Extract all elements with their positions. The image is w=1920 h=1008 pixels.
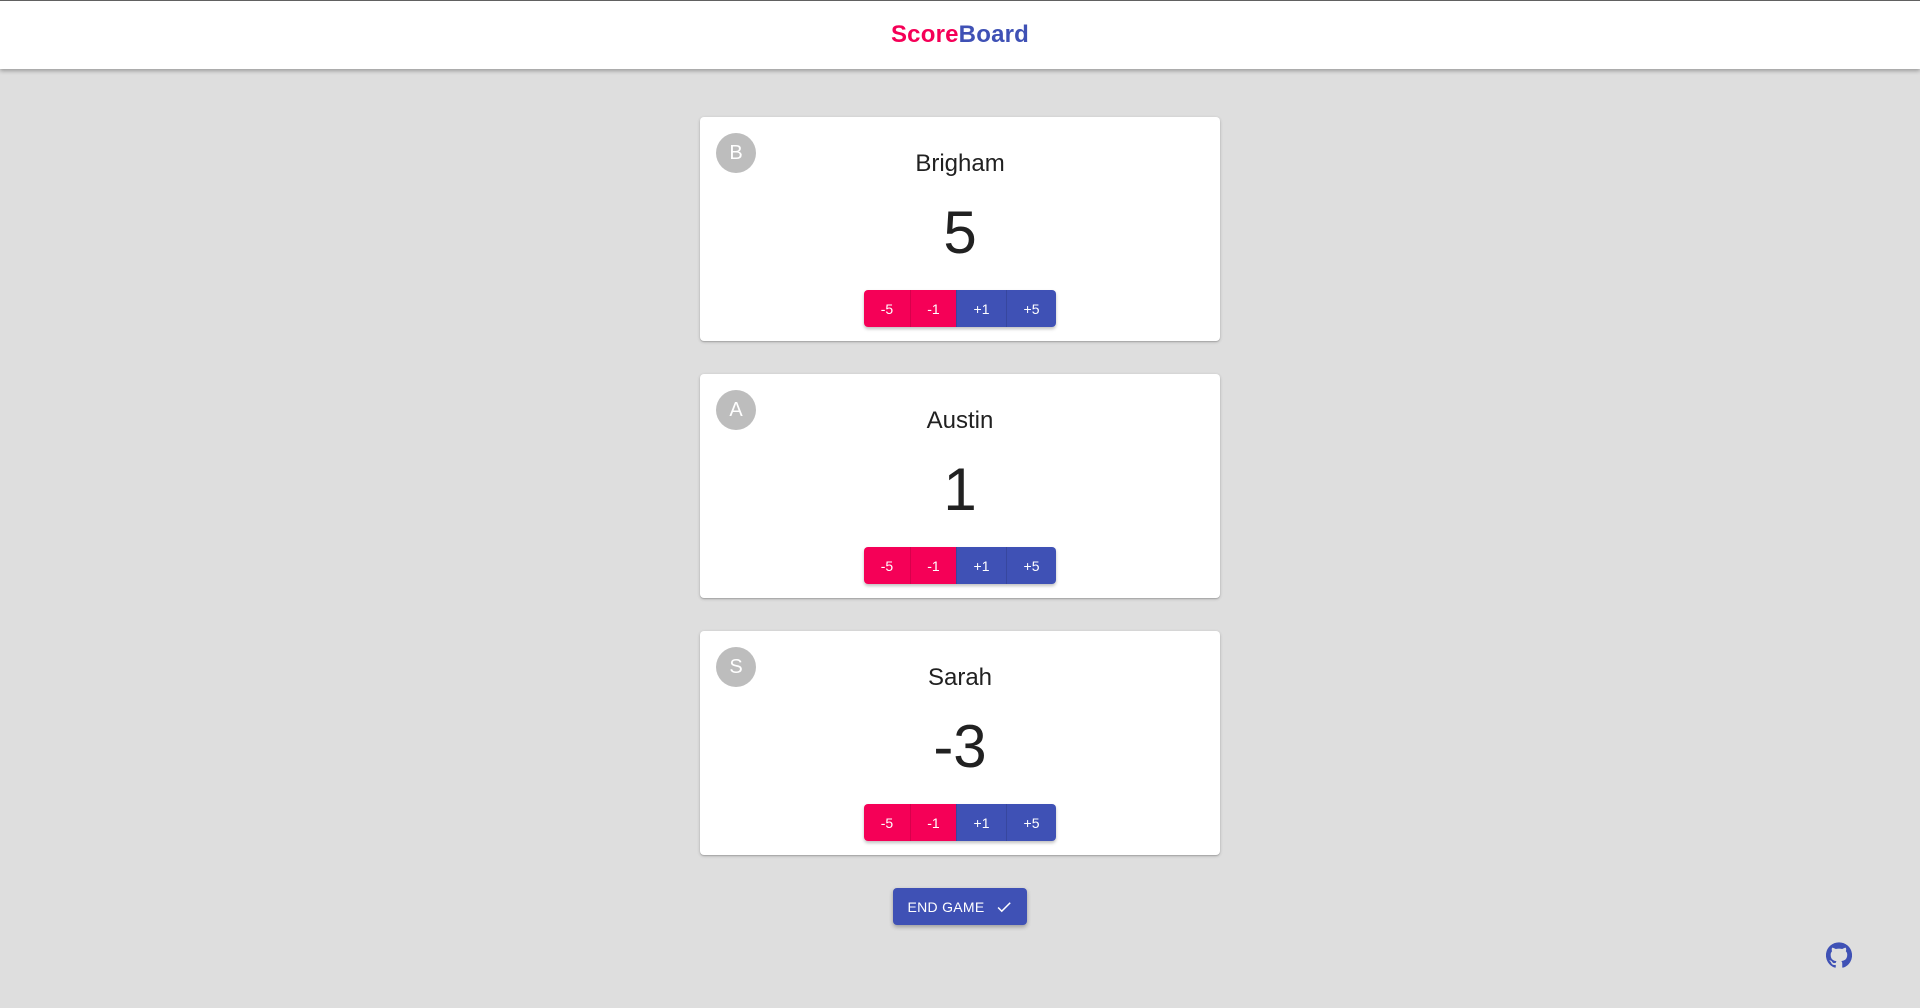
end-game-button[interactable]: END GAME (893, 888, 1027, 925)
app-title: ScoreBoard (891, 21, 1029, 49)
score-button-group: -5 -1 +1 +5 (864, 547, 1056, 584)
player-score: -3 (933, 713, 987, 780)
player-score: 1 (943, 456, 977, 523)
player-card: A Austin 1 -5 -1 +1 +5 (700, 374, 1220, 598)
plus-1-button[interactable]: +1 (956, 804, 1006, 841)
end-game-label: END GAME (907, 898, 985, 915)
score-button-group: -5 -1 +1 +5 (864, 290, 1056, 327)
plus-5-button[interactable]: +5 (1006, 547, 1056, 584)
player-name: Sarah (927, 664, 993, 691)
plus-1-button[interactable]: +1 (956, 547, 1006, 584)
player-name: Austin (926, 407, 994, 434)
app-title-part2: Board (958, 21, 1030, 48)
plus-5-button[interactable]: +5 (1006, 290, 1056, 327)
minus-5-button[interactable]: -5 (864, 290, 910, 327)
player-name: Brigham (915, 150, 1005, 177)
player-list: B Brigham 5 -5 -1 +1 +5 A Austin 1 -5 -1… (700, 117, 1220, 888)
app-title-part1: Score (890, 21, 959, 48)
player-score: 5 (943, 199, 977, 266)
github-icon[interactable] (1825, 942, 1853, 968)
minus-5-button[interactable]: -5 (864, 804, 910, 841)
app-bar: ScoreBoard (0, 0, 1920, 69)
score-button-group: -5 -1 +1 +5 (864, 804, 1056, 841)
player-card: B Brigham 5 -5 -1 +1 +5 (700, 117, 1220, 341)
player-card: S Sarah -3 -5 -1 +1 +5 (700, 631, 1220, 855)
minus-5-button[interactable]: -5 (864, 547, 910, 584)
minus-1-button[interactable]: -1 (910, 290, 956, 327)
minus-1-button[interactable]: -1 (910, 804, 956, 841)
plus-1-button[interactable]: +1 (956, 290, 1006, 327)
minus-1-button[interactable]: -1 (910, 547, 956, 584)
plus-5-button[interactable]: +5 (1006, 804, 1056, 841)
check-icon (997, 901, 1011, 912)
